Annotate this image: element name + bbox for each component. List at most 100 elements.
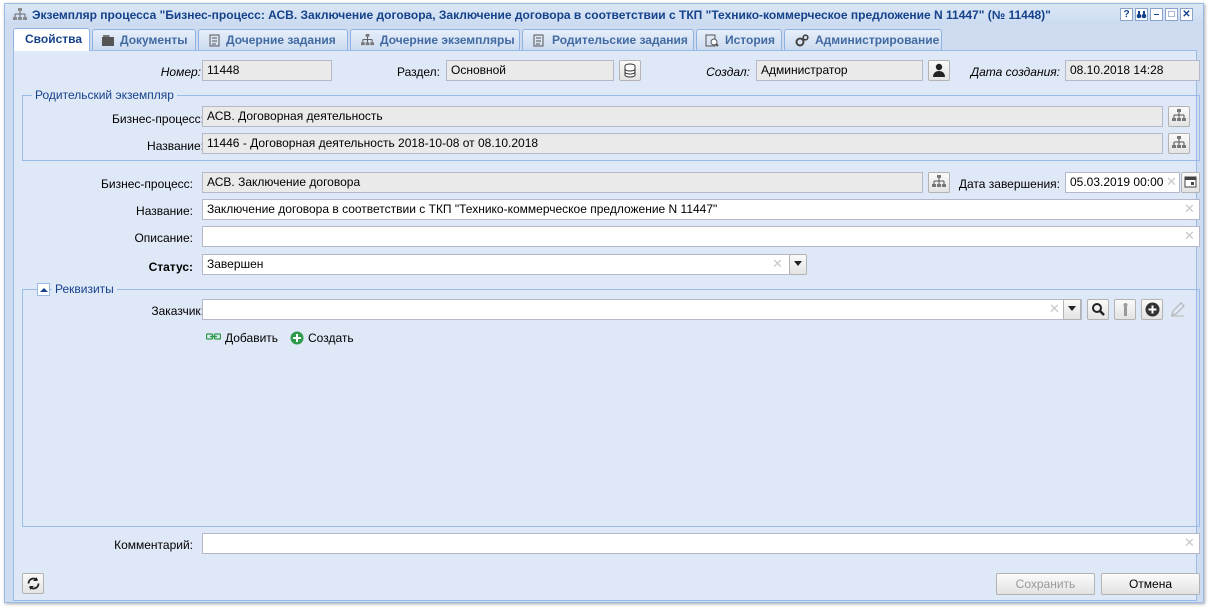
process-icon	[1172, 109, 1186, 121]
pencil-icon[interactable]	[1170, 302, 1185, 317]
user-button[interactable]	[928, 60, 950, 81]
tab-label: Родительские задания	[552, 33, 688, 47]
process-instance-window: Экземпляр процесса "Бизнес-процесс: АСВ.…	[4, 3, 1204, 603]
requisites-group: Реквизиты Заказчик: ✕ Добавить Создать	[22, 282, 1200, 527]
section-lookup-button[interactable]	[619, 60, 641, 81]
requisites-legend: Реквизиты	[52, 282, 117, 296]
section-field[interactable]: Основной	[446, 60, 614, 81]
status-dropdown-button[interactable]	[789, 254, 807, 275]
number-field[interactable]: 11448	[202, 60, 332, 81]
customer-add-button[interactable]	[1141, 299, 1163, 320]
end-date-field[interactable]: 05.03.2019 00:00	[1065, 172, 1180, 193]
save-button[interactable]: Сохранить	[996, 573, 1095, 595]
tab-child-tasks[interactable]: Дочерние задания	[198, 29, 348, 50]
created-date-field[interactable]: 08.10.2018 14:28	[1065, 60, 1200, 81]
name-field[interactable]: Заключение договора в соответствии с ТКП…	[202, 199, 1200, 220]
tab-label: Администрирование	[815, 33, 940, 47]
plus-circle-icon	[290, 331, 304, 345]
refresh-icon	[27, 577, 40, 590]
plus-circle-icon	[1145, 302, 1160, 317]
status-field[interactable]: Завершен	[202, 254, 791, 275]
tab-label: Документы	[120, 33, 188, 47]
parent-name-open-button[interactable]	[1168, 133, 1190, 154]
binoculars-icon	[1136, 11, 1147, 19]
tab-parent-tasks[interactable]: Родительские задания	[522, 29, 694, 50]
link-icon	[206, 333, 221, 340]
process-icon	[13, 8, 27, 20]
clear-icon[interactable]: ✕	[1184, 202, 1195, 215]
search-icon	[1092, 303, 1105, 316]
tab-documents[interactable]: Документы	[92, 29, 196, 50]
help-button[interactable]: ?	[1120, 8, 1133, 21]
window-title: Экземпляр процесса "Бизнес-процесс: АСВ.…	[32, 8, 1051, 22]
status-label: Статус:	[148, 260, 193, 274]
customer-label: Заказчик:	[151, 304, 204, 318]
cancel-button[interactable]: Отмена	[1101, 573, 1200, 595]
customer-person-button[interactable]	[1114, 299, 1136, 320]
parent-bp-label: Бизнес-процесс:	[112, 112, 204, 126]
tab-label: История	[725, 33, 776, 47]
description-field[interactable]	[202, 226, 1200, 247]
database-icon	[624, 63, 636, 78]
chevron-down-icon	[794, 261, 802, 266]
number-label: Номер:	[160, 65, 201, 79]
created-by-label: Создал:	[706, 65, 750, 79]
binoculars-button[interactable]	[1135, 8, 1148, 21]
calendar-icon	[1184, 176, 1197, 188]
parent-instance-legend: Родительский экземпляр	[32, 88, 177, 102]
task-icon	[533, 34, 544, 47]
process-icon	[361, 34, 374, 46]
clear-icon[interactable]: ✕	[1184, 536, 1195, 549]
person-icon	[1123, 303, 1128, 316]
tab-history[interactable]: История	[696, 29, 782, 50]
properties-panel: Номер: 11448 Раздел: Основной Создал: Ад…	[13, 50, 1200, 601]
maximize-button[interactable]: □	[1165, 8, 1178, 21]
create-link[interactable]: Создать	[308, 331, 354, 345]
refresh-button[interactable]	[22, 573, 44, 594]
bp-open-button[interactable]	[928, 172, 950, 193]
process-icon	[1172, 136, 1186, 148]
parent-name-label: Название:	[147, 139, 204, 153]
user-icon	[933, 63, 945, 77]
task-icon	[209, 34, 220, 47]
end-date-label: Дата завершения:	[958, 177, 1060, 191]
parent-bp-open-button[interactable]	[1168, 106, 1190, 127]
customer-field[interactable]	[202, 299, 1082, 320]
tab-administration[interactable]: Администрирование	[784, 29, 942, 50]
add-link[interactable]: Добавить	[225, 331, 278, 345]
chevron-down-icon	[1068, 306, 1076, 311]
process-icon	[932, 175, 946, 187]
comment-field[interactable]	[202, 533, 1200, 554]
description-label: Описание:	[134, 231, 193, 245]
clear-icon[interactable]: ✕	[1184, 229, 1195, 242]
tab-properties[interactable]: Свойства	[13, 28, 90, 51]
parent-bp-field[interactable]: АСВ. Договорная деятельность	[202, 106, 1163, 127]
tab-child-instances[interactable]: Дочерние экземпляры	[350, 29, 520, 50]
tab-label: Дочерние задания	[226, 33, 336, 47]
comment-label: Комментарий:	[114, 538, 193, 552]
created-date-label: Дата создания:	[970, 65, 1060, 79]
parent-instance-group: Родительский экземпляр Бизнес-процесс: А…	[22, 88, 1200, 161]
history-icon	[705, 34, 719, 47]
tab-label: Дочерние экземпляры	[380, 33, 515, 47]
bp-field[interactable]: АСВ. Заключение договора	[202, 172, 923, 193]
collapse-button[interactable]	[37, 283, 50, 296]
parent-name-field[interactable]: 11446 - Договорная деятельность 2018-10-…	[202, 133, 1163, 154]
name-label: Название:	[136, 204, 193, 218]
created-by-field[interactable]: Администратор	[756, 60, 923, 81]
minimize-button[interactable]: –	[1150, 8, 1163, 21]
clear-icon[interactable]: ✕	[1049, 302, 1060, 315]
customer-search-button[interactable]	[1087, 299, 1109, 320]
chevron-up-icon	[40, 288, 48, 292]
calendar-button[interactable]	[1181, 172, 1200, 193]
customer-dropdown-button[interactable]	[1063, 299, 1081, 320]
tab-label: Свойства	[25, 32, 83, 46]
bp-label: Бизнес-процесс:	[101, 177, 193, 191]
clear-icon[interactable]: ✕	[1166, 175, 1177, 188]
clear-icon[interactable]: ✕	[772, 257, 783, 270]
close-button[interactable]: ✕	[1180, 8, 1193, 21]
title-bar[interactable]: Экземпляр процесса "Бизнес-процесс: АСВ.…	[5, 4, 1203, 26]
section-label: Раздел:	[397, 65, 440, 79]
gear-icon	[795, 34, 809, 47]
documents-icon	[102, 35, 114, 46]
